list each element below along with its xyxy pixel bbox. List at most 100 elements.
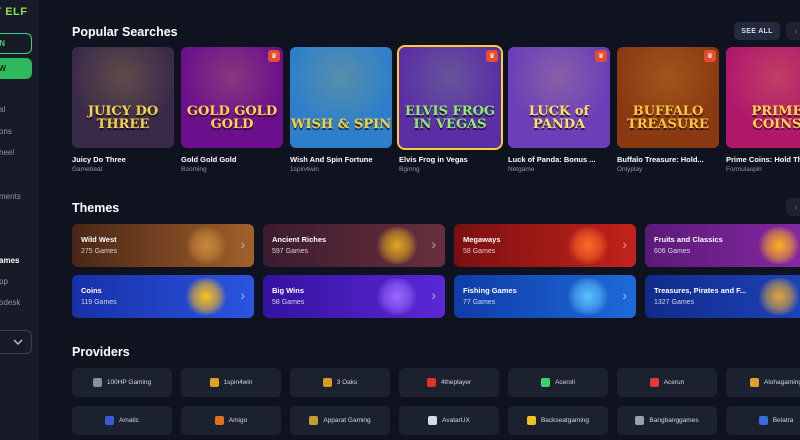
theme-game-count: 77 Games [463, 299, 496, 306]
provider-name: 4theplayer [440, 379, 472, 386]
chevron-right-icon: › [240, 236, 245, 252]
game-card[interactable]: GOLD GOLD GOLD ♛ Gold Gold Gold Booming [181, 47, 283, 173]
theme-name: Fruits and Classics [654, 235, 723, 244]
game-name[interactable]: Buffalo Treasure: Hold... [617, 155, 719, 164]
themes-title: Themes [72, 201, 120, 215]
theme-game-count: 275 Games [81, 248, 118, 255]
sidebar-item-tournaments[interactable]: ments [0, 192, 21, 201]
provider-button[interactable]: 3 Oaks [290, 368, 390, 397]
game-thumbnail[interactable]: GOLD GOLD GOLD ♛ [181, 47, 283, 148]
chevron-right-icon: › [622, 236, 627, 252]
themes-arrow-icon[interactable]: ‹ [786, 198, 800, 216]
game-name[interactable]: Juicy Do Three [72, 155, 174, 164]
provider-logo-icon [635, 416, 645, 425]
game-thumbnail[interactable]: LUCK of PANDA ♛ [508, 47, 610, 148]
sidebar: Y ELF N OW al ons heel ments ames pp ode… [0, 0, 38, 440]
provider-logo-icon [92, 378, 102, 387]
theme-card[interactable]: Wild West 275 Games › [72, 224, 254, 267]
game-logo-text: WISH & SPIN [290, 117, 392, 133]
game-provider: 1spin4win [290, 166, 319, 173]
chevron-right-icon: › [431, 287, 436, 303]
game-name[interactable]: Prime Coins: Hold Th [726, 155, 800, 164]
provider-button[interactable]: 100HP Gaming [72, 368, 172, 397]
crown-badge-icon: ♛ [268, 50, 280, 62]
provider-logo-icon [322, 378, 332, 387]
provider-button[interactable]: Aceroll [508, 368, 608, 397]
popular-searches-title: Popular Searches [72, 25, 178, 39]
game-name[interactable]: Luck of Panda: Bonus ... [508, 155, 610, 164]
game-name[interactable]: Wish And Spin Fortune [290, 155, 392, 164]
provider-name: Belatra [772, 417, 794, 424]
provider-button[interactable]: Alohagaming [726, 368, 800, 397]
signup-button[interactable]: OW [0, 58, 32, 79]
provider-name: Aceroll [555, 379, 575, 386]
crown-badge-icon: ♛ [704, 50, 716, 62]
game-thumbnail[interactable]: BUFFALO TREASURE ♛ [617, 47, 719, 148]
provider-logo-icon [209, 378, 219, 387]
sidebar-item-wheel[interactable]: heel [0, 148, 14, 157]
provider-name: 100HP Gaming [106, 379, 152, 386]
provider-button[interactable]: Bangbanggames [617, 406, 717, 435]
theme-name: Fishing Games [463, 286, 517, 295]
game-logo-text: BUFFALO TREASURE [627, 103, 709, 133]
theme-card[interactable]: Fishing Games 77 Games › [454, 275, 636, 318]
sidebar-item-app[interactable]: pp [0, 277, 8, 286]
provider-logo-icon [541, 378, 551, 387]
provider-button[interactable]: 4theplayer [399, 368, 499, 397]
theme-card[interactable]: Megaways 58 Games › [454, 224, 636, 267]
sidebar-item-helpdesk[interactable]: odesk [0, 298, 20, 307]
crown-badge-icon: ♛ [486, 50, 498, 62]
theme-illustration [375, 278, 419, 315]
sidebar-item-general[interactable]: al [0, 105, 5, 114]
theme-card[interactable]: Coins 119 Games › [72, 275, 254, 318]
login-button[interactable]: N [0, 33, 32, 54]
theme-illustration [566, 227, 610, 264]
theme-game-count: 58 Games [463, 248, 496, 255]
provider-name: Bangbanggames [649, 417, 699, 424]
theme-illustration [566, 278, 610, 315]
chevron-right-icon: › [431, 236, 436, 252]
game-card[interactable]: PRIME COINS♛ Prime Coins: Hold Th Formulas… [726, 47, 800, 173]
provider-button[interactable]: Backseatgaming [508, 406, 608, 435]
provider-button[interactable]: Acerun [617, 368, 717, 397]
game-thumbnail[interactable]: JUICY DO THREE [72, 47, 174, 148]
theme-card[interactable]: Fruits and Classics606 Games› [645, 224, 800, 267]
provider-name: Acerun [663, 379, 685, 386]
theme-card[interactable]: Treasures, Pirates and F...1327 Games› [645, 275, 800, 318]
game-name[interactable]: Gold Gold Gold [181, 155, 283, 164]
theme-card[interactable]: Big Wins 58 Games › [263, 275, 445, 318]
provider-button[interactable]: Belatra [726, 406, 800, 435]
provider-button[interactable]: Amatic [72, 406, 172, 435]
provider-logo-icon [214, 416, 224, 425]
game-card[interactable]: JUICY DO THREE Juicy Do Three Gamebeat [72, 47, 174, 173]
provider-logo-icon [426, 378, 436, 387]
see-all-button[interactable]: SEE ALL [734, 22, 780, 40]
theme-game-count: 58 Games [272, 299, 305, 306]
game-thumbnail[interactable]: WISH & SPIN [290, 47, 392, 148]
theme-illustration [375, 227, 419, 264]
site-logo[interactable]: Y ELF [0, 6, 27, 18]
game-card[interactable]: ELVIS FROG IN VEGAS ♛ Elvis Frog in Vegas B… [397, 45, 503, 173]
game-card[interactable]: LUCK of PANDA ♛ Luck of Panda: Bonus ... Ne… [508, 47, 610, 173]
sidebar-dropdown[interactable] [0, 330, 32, 354]
provider-name: Amatic [119, 417, 139, 424]
game-logo-text: ELVIS FROG IN VEGAS [404, 103, 496, 133]
game-card[interactable]: BUFFALO TREASURE ♛ Buffalo Treasure: Hold.… [617, 47, 719, 173]
game-thumbnail[interactable]: ELVIS FROG IN VEGAS ♛ [397, 45, 503, 150]
provider-logo-icon [309, 416, 319, 425]
carousel-arrow-icon[interactable]: ‹ [786, 22, 800, 40]
theme-card[interactable]: Ancient Riches 597 Games › [263, 224, 445, 267]
game-name[interactable]: Elvis Frog in Vegas [399, 155, 501, 164]
provider-button[interactable]: Amigo [181, 406, 281, 435]
game-provider: Onlyplay [617, 166, 643, 173]
sidebar-item-games[interactable]: ames [0, 256, 19, 265]
provider-button[interactable]: Apparat Gaming [290, 406, 390, 435]
game-card[interactable]: WISH & SPIN Wish And Spin Fortune 1spin4wi… [290, 47, 392, 173]
game-thumbnail[interactable]: PRIME COINS♛ [726, 47, 800, 148]
provider-button[interactable]: 1spin4win [181, 368, 281, 397]
chevron-right-icon: › [240, 287, 245, 303]
sidebar-item-promotions[interactable]: ons [0, 127, 12, 136]
provider-button[interactable]: AvatarUX [399, 406, 499, 435]
game-logo-text: JUICY DO THREE [87, 103, 159, 133]
game-logo-text: GOLD GOLD GOLD [186, 103, 278, 133]
